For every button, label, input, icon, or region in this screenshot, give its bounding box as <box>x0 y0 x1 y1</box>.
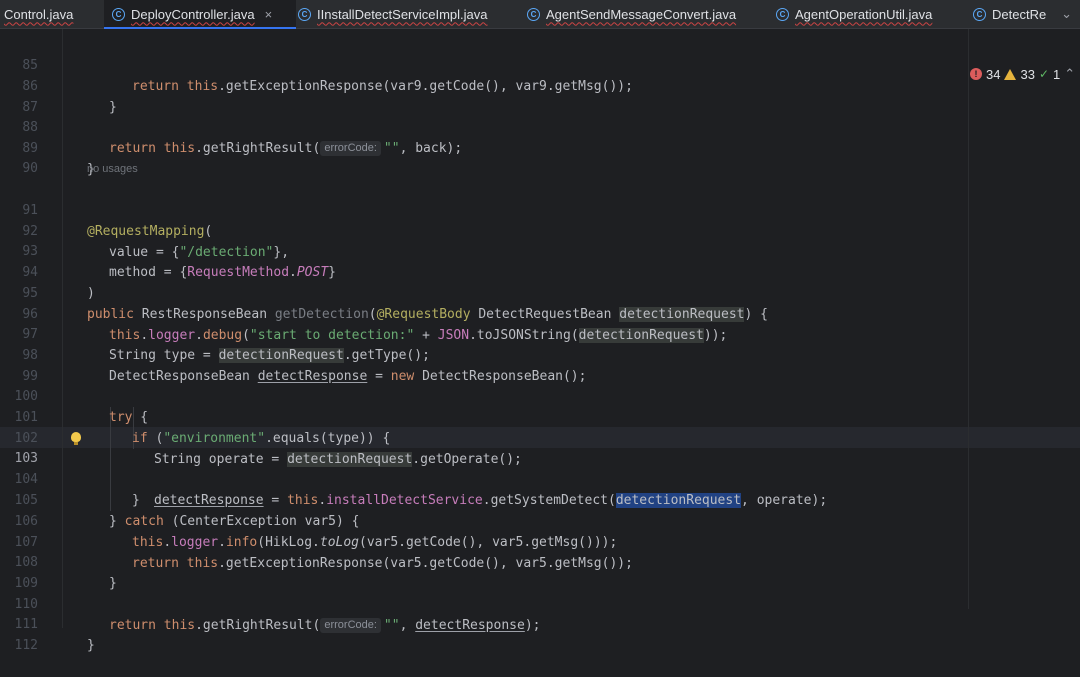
tab-label: AgentOperationUtil.java <box>795 6 933 22</box>
code-line: 102 String operate = detectionRequest.ge… <box>0 407 1080 467</box>
code-line: 96 this.logger.debug("start to detection… <box>0 283 1080 343</box>
tab-agent-send-message-convert[interactable]: C AgentSendMessageConvert.java <box>527 0 736 28</box>
code-line: 93 method = {RequestMethod.POST} <box>0 220 1080 280</box>
code-line: 101 if ("environment".equals(type)) { <box>0 386 1080 446</box>
code-line: 89 } <box>0 117 1080 177</box>
close-icon[interactable]: × <box>265 7 273 22</box>
code-line: 107 return this.getExceptionResponse(var… <box>0 511 1080 571</box>
tab-label: AgentSendMessageConvert.java <box>546 6 737 22</box>
code-line: 92 value = {"/detection"}, <box>0 200 1080 260</box>
class-icon: C <box>973 7 986 21</box>
code-line: 105 } catch (CenterException var5) { <box>0 469 1080 529</box>
code-line: 110 return this.getRightResult(errorCode… <box>0 573 1080 633</box>
tab-label: DetectRe <box>992 6 1047 22</box>
code-line: 100 try { <box>0 365 1080 425</box>
line-number: 112 <box>14 638 38 653</box>
code-line: 94 ) <box>0 241 1080 301</box>
code-editor[interactable]: ! 34 33 ✓ 1 ⌃ 85 return this.getExceptio… <box>0 29 1080 653</box>
tab-list-chevron-down-icon[interactable]: ⌄ <box>1061 0 1072 28</box>
code-line: 85 return this.getExceptionResponse(var9… <box>0 34 1080 94</box>
tab-detect-request[interactable]: C DetectRe <box>973 0 1046 28</box>
class-icon: C <box>527 7 540 21</box>
code-line: 104 } <box>0 448 1080 508</box>
code-line: 91 @RequestMapping( <box>0 179 1080 239</box>
code-line: 88 return this.getRightResult(errorCode:… <box>0 96 1080 156</box>
tab-control-java[interactable]: Control.java <box>4 0 73 28</box>
tab-install-detect-service-impl[interactable]: C IInstallDetectServiceImpl.java <box>298 0 488 28</box>
code-line: 109 <box>0 552 1080 591</box>
code-line: 98 DetectResponseBean detectResponse = n… <box>0 324 1080 384</box>
code-line: 112 <box>0 614 1080 653</box>
code-line-current: 103 detectResponse = this.installDetectS… <box>0 427 1080 508</box>
code-line: 106 this.logger.info(HikLog.toLog(var5.g… <box>0 490 1080 550</box>
tab-label: DeployController.java <box>131 6 255 22</box>
editor-tab-bar: Control.java C DeployController.java × C… <box>0 0 1080 29</box>
code-line: 86 } <box>0 55 1080 115</box>
lightbulb-icon[interactable] <box>71 432 81 445</box>
code-line: 108 } <box>0 531 1080 591</box>
code-line: 95 public RestResponseBean getDetection(… <box>0 262 1080 322</box>
tab-agent-operation-util[interactable]: C AgentOperationUtil.java <box>776 0 932 28</box>
tab-label: IInstallDetectServiceImpl.java <box>317 6 488 22</box>
code-line: 99 <box>0 345 1080 384</box>
usages-inlay-hint[interactable]: no usages <box>87 160 138 178</box>
class-icon: C <box>112 7 125 21</box>
code-line: 111 } <box>0 593 1080 653</box>
code-line: 97 String type = detectionRequest.getTyp… <box>0 303 1080 363</box>
class-icon: C <box>776 7 789 21</box>
class-icon: C <box>298 7 311 21</box>
tab-label: Control.java <box>4 6 74 22</box>
code-line: 87 <box>0 76 1080 115</box>
code-line: 90 <box>0 137 1080 176</box>
tab-deploy-controller[interactable]: C DeployController.java × <box>104 0 296 29</box>
line-number: 90 <box>22 161 38 176</box>
